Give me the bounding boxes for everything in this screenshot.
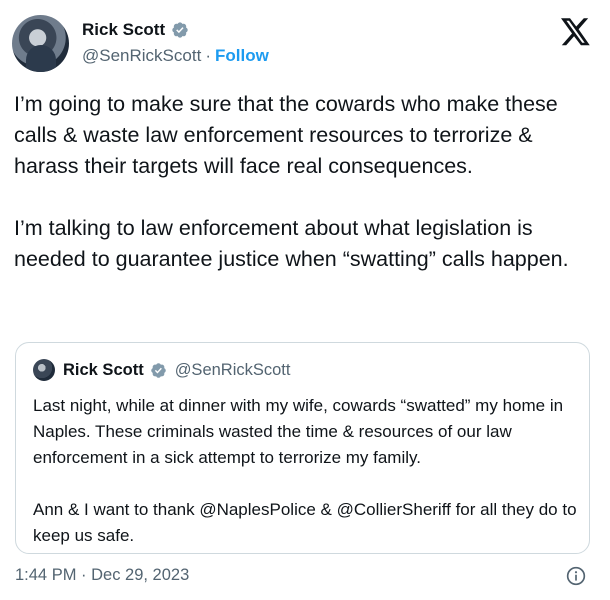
- verified-badge-icon: [172, 22, 188, 38]
- verified-badge-icon: [150, 362, 166, 378]
- quoted-author-avatar: [33, 359, 55, 381]
- author-avatar[interactable]: [12, 15, 69, 72]
- quoted-tweet-header: Rick Scott @SenRickScott: [33, 359, 290, 381]
- quoted-tweet[interactable]: Rick Scott @SenRickScott Last night, whi…: [15, 342, 590, 554]
- author-name[interactable]: Rick Scott: [82, 20, 165, 40]
- author-name-row: Rick Scott: [82, 20, 269, 40]
- quoted-tweet-text: Last night, while at dinner with my wife…: [33, 396, 577, 545]
- author-handle[interactable]: @SenRickScott: [82, 46, 201, 66]
- author-block: Rick Scott @SenRickScott · Follow: [82, 20, 269, 66]
- tweet-text: I’m going to make sure that the cowards …: [14, 92, 569, 271]
- info-icon[interactable]: [566, 566, 586, 586]
- quoted-author-handle: @SenRickScott: [174, 360, 291, 379]
- x-logo-icon[interactable]: [561, 18, 591, 46]
- follow-button[interactable]: Follow: [215, 46, 269, 66]
- quoted-author-name: Rick Scott: [63, 360, 144, 379]
- tweet-timestamp[interactable]: 1:44 PM · Dec 29, 2023: [15, 566, 189, 585]
- separator-dot: ·: [205, 46, 211, 65]
- author-handle-row: @SenRickScott · Follow: [82, 46, 269, 66]
